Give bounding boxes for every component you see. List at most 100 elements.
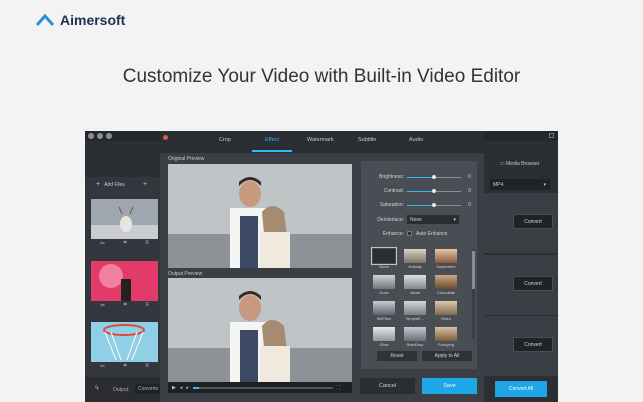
thumbnail-toolbar: ✂ ⌗ ≡ (91, 301, 158, 309)
deinterlace-select[interactable]: None ▾ (407, 215, 459, 224)
filter-siltfilter[interactable]: SiltFilter (371, 301, 397, 321)
deinterlace-value: None (410, 216, 422, 223)
filter-label: Retro (441, 316, 451, 321)
reset-button[interactable]: Reset (377, 351, 417, 361)
video-thumbnail-deer[interactable] (91, 199, 158, 239)
enhance-label: Enhance: (382, 231, 404, 237)
video-thumbnail-basketball[interactable] (91, 322, 158, 362)
original-preview-video (168, 164, 352, 268)
filter-label: Holiday (408, 264, 422, 269)
effects-icon[interactable]: ≡ (145, 240, 149, 246)
tab-effect[interactable]: Effect (265, 137, 279, 143)
auto-enhance-label: Auto Enhance (416, 231, 448, 237)
trim-icon[interactable]: ✂ (100, 363, 105, 370)
timeline-progress (192, 386, 199, 389)
next-frame-icon[interactable]: ▸ (186, 385, 189, 391)
brightness-slider[interactable] (407, 175, 461, 179)
output-label: Output: (113, 387, 130, 393)
active-tab-indicator (252, 150, 292, 152)
convert-button[interactable]: Convert (513, 276, 553, 291)
filter-thumbnail (404, 275, 426, 289)
cancel-button[interactable]: Cancel (360, 378, 415, 394)
crop-icon[interactable]: ⌗ (124, 240, 127, 247)
output-preview-label: Output Preview (168, 271, 203, 277)
filter-thumbnail (435, 301, 457, 315)
crop-icon[interactable]: ⌗ (124, 363, 127, 370)
filter-september[interactable]: September (433, 249, 459, 269)
add-files-button[interactable]: + Add Files + (96, 181, 147, 188)
filter-label: None (379, 264, 389, 269)
filter-grow[interactable]: Grow (371, 275, 397, 295)
add-more-icon[interactable]: + (143, 181, 147, 188)
effects-icon[interactable]: ≡ (145, 363, 149, 369)
convert-button[interactable]: Convert (513, 337, 553, 352)
crop-icon[interactable]: ⌗ (124, 302, 127, 309)
brightness-label: Brightness: (378, 174, 404, 180)
window-zoom-button[interactable] (106, 133, 112, 139)
chevron-down-icon: ▾ (543, 181, 546, 188)
filter-thumbnail (435, 249, 457, 263)
output-bar: ϟ Output: Converte (85, 377, 162, 402)
dialog-close-button[interactable] (163, 135, 168, 140)
convert-button[interactable]: Convert (513, 214, 553, 229)
convert-all-button[interactable]: Convert All (495, 381, 547, 397)
editor-tabs: Crop Effect Watermark Subtitle Audio (160, 131, 484, 153)
play-icon[interactable]: ▶ (172, 385, 176, 391)
tab-audio[interactable]: Audio (409, 137, 423, 143)
saturation-value: 0 (468, 202, 471, 208)
trim-icon[interactable]: ✂ (100, 302, 105, 309)
auto-enhance-checkbox[interactable] (407, 231, 412, 236)
chevron-down-icon: ▾ (453, 216, 456, 223)
playback-controls: ▶ ◂ ▸ ⛶ (168, 382, 352, 393)
filter-aibas[interactable]: Aibas (402, 275, 428, 295)
save-button[interactable]: Save (422, 378, 477, 394)
filter-retro[interactable]: Retro (433, 301, 459, 321)
filter-thumbnail (371, 247, 397, 265)
enhance-row: Enhance: Auto Enhance (361, 229, 477, 239)
saturation-slider[interactable] (407, 203, 461, 207)
filter-holiday[interactable]: Holiday (402, 249, 428, 269)
trim-icon[interactable]: ✂ (100, 240, 105, 247)
filter-fuzzying[interactable]: Fuzzying (433, 327, 459, 347)
filter-label: SiltFilter (376, 316, 392, 321)
timeline-slider[interactable] (192, 386, 333, 389)
contrast-slider[interactable] (407, 189, 461, 193)
add-files-label: Add Files (104, 181, 125, 188)
window-close-button[interactable] (88, 133, 94, 139)
output-path[interactable]: Converte (135, 384, 162, 394)
tab-watermark[interactable]: Watermark (307, 137, 334, 143)
media-browser-button[interactable]: ▭ Media Browser (500, 161, 539, 167)
video-thumbnail-powder[interactable] (91, 261, 158, 301)
window-settings-icon[interactable] (549, 133, 554, 138)
brightness-row: Brightness: 0 (361, 172, 477, 182)
format-select[interactable]: MP4 ▾ (490, 179, 550, 190)
fullscreen-icon[interactable]: ⛶ (337, 385, 341, 391)
filter-grid: None Holiday September Grow Aibas Chocol… (371, 247, 467, 347)
filter-scrollbar[interactable] (472, 249, 475, 339)
filter-glow[interactable]: Glow (371, 327, 397, 347)
tab-subtitle[interactable]: Subtitle (358, 137, 376, 143)
filter-thumbnail (404, 249, 426, 263)
slider-knob[interactable] (432, 189, 436, 193)
filter-chocolate[interactable]: Chocolate (433, 275, 459, 295)
window-minimize-button[interactable] (97, 133, 103, 139)
tab-crop[interactable]: Crop (219, 137, 231, 143)
filter-thumbnail (435, 327, 457, 341)
video-editor-dialog: Crop Effect Watermark Subtitle Audio Ori… (160, 131, 484, 402)
filter-simplee[interactable]: SimpleE... (402, 301, 428, 321)
brand-logo: Aimersoft (36, 12, 125, 28)
filter-label: Grow (379, 290, 389, 295)
scrollbar-thumb[interactable] (472, 251, 475, 289)
app-window: + Add Files + ✂ ⌗ ≡ ✂ ⌗ ≡ ✂ ⌗ ≡ ϟ Output… (85, 131, 558, 402)
prev-frame-icon[interactable]: ◂ (180, 385, 183, 391)
saturation-row: Saturation: 0 (361, 200, 477, 210)
effects-icon[interactable]: ≡ (145, 302, 149, 308)
filter-raindrop[interactable]: RainDrop (402, 327, 428, 347)
headline: Customize Your Video with Built-in Video… (122, 66, 521, 87)
lightning-icon[interactable]: ϟ (95, 385, 99, 392)
filter-none[interactable]: None (371, 247, 397, 269)
slider-knob[interactable] (432, 175, 436, 179)
apply-to-all-button[interactable]: Apply to All (422, 351, 472, 361)
slider-knob[interactable] (432, 203, 436, 207)
filter-thumbnail (373, 275, 395, 289)
